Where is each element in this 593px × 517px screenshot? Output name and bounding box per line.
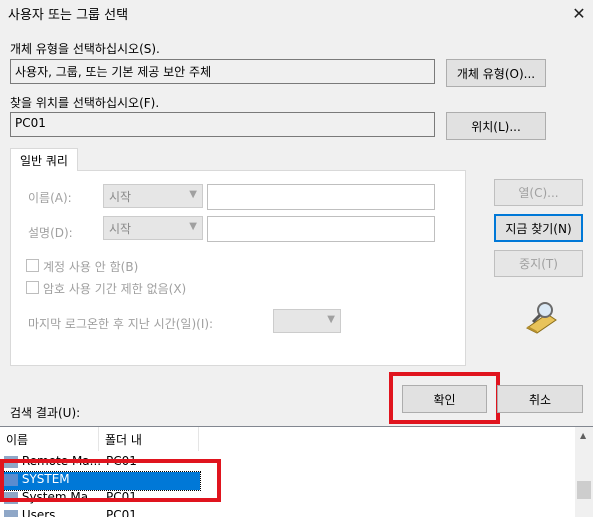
scroll-up-icon[interactable]: ▲: [580, 431, 586, 440]
name-label: 이름(A):: [28, 191, 72, 205]
stop-button[interactable]: 중지(T): [494, 250, 583, 277]
chevron-down-icon: ▼: [189, 221, 197, 232]
tab-label: 일반 쿼리: [20, 153, 68, 168]
days-since-logon-label: 마지막 로그온한 후 지난 시간(일)(I):: [28, 317, 214, 331]
columns-button[interactable]: 열(C)...: [494, 179, 583, 206]
description-match-combo[interactable]: 시작 ▼: [103, 216, 203, 240]
object-types-button[interactable]: 개체 유형(O)...: [446, 59, 546, 87]
column-header-folder[interactable]: 폴더 내: [99, 427, 199, 451]
object-type-field: 사용자, 그룹, 또는 기본 제공 보안 주체: [10, 59, 435, 84]
name-input[interactable]: [207, 184, 435, 210]
list-item-name: Users: [21, 508, 56, 517]
description-match-value: 시작: [109, 222, 132, 236]
location-label: 찾을 위치를 선택하십시오(F).: [10, 96, 160, 110]
description-label: 설명(D):: [28, 226, 73, 240]
selection-highlight-frame: [0, 459, 221, 502]
list-item-folder: PC01: [106, 508, 137, 517]
disabled-accounts-checkbox[interactable]: [26, 259, 39, 272]
results-scrollbar[interactable]: ▲: [575, 427, 593, 517]
column-header-name[interactable]: 이름: [0, 427, 99, 451]
days-since-logon-combo[interactable]: ▼: [273, 309, 341, 333]
locations-button[interactable]: 위치(L)...: [446, 112, 546, 140]
window-title: 사용자 또는 그룹 선택: [8, 8, 129, 23]
location-field: PC01: [10, 112, 435, 137]
close-button[interactable]: ✕: [568, 2, 590, 24]
find-now-button[interactable]: 지금 찾기(N): [494, 214, 583, 242]
object-type-label: 개체 유형을 선택하십시오(S).: [10, 42, 160, 56]
name-match-combo[interactable]: 시작 ▼: [103, 184, 203, 208]
name-match-value: 시작: [109, 190, 132, 204]
search-results-label: 검색 결과(U):: [10, 406, 81, 420]
user-group-icon: [4, 509, 18, 517]
scrollbar-thumb[interactable]: [577, 481, 591, 499]
non-expiring-password-checkbox[interactable]: [26, 281, 39, 294]
list-item[interactable]: Users PC01: [4, 508, 194, 517]
close-icon: ✕: [572, 3, 586, 23]
disabled-accounts-label: 계정 사용 안 함(B): [43, 260, 139, 274]
description-input[interactable]: [207, 216, 435, 242]
chevron-down-icon: ▼: [189, 189, 197, 200]
cancel-button[interactable]: 취소: [497, 385, 583, 413]
chevron-down-icon: ▼: [327, 314, 335, 325]
ok-button[interactable]: 확인: [402, 385, 487, 413]
non-expiring-password-label: 암호 사용 기간 제한 없음(X): [43, 282, 187, 296]
tab-common-queries[interactable]: 일반 쿼리: [10, 148, 78, 171]
search-icon: [523, 300, 559, 334]
